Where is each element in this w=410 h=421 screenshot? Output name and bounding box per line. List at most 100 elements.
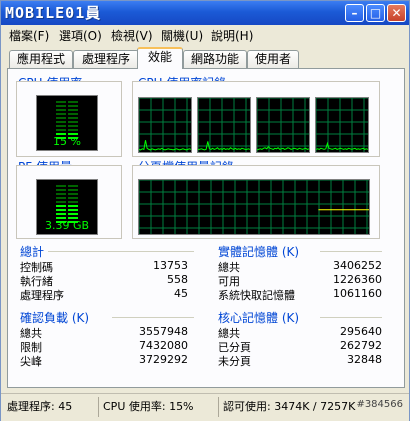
meter-bar-row (56, 109, 78, 111)
task-manager-window: MOBILE01員 – □ ✕ 檔案(F) 選項(O) 檢視(V) 關機(U) … (0, 0, 410, 421)
meter-segment (68, 213, 78, 215)
meter-segment (68, 129, 78, 131)
menu-help[interactable]: 說明(H) (211, 27, 253, 44)
menu-shutdown[interactable]: 關機(U) (161, 27, 203, 44)
meter-bar-row (56, 213, 78, 215)
title-bar[interactable]: MOBILE01員 – □ ✕ (1, 1, 409, 25)
meter-segment (68, 197, 78, 199)
totals-handles-value: 13753 (153, 259, 188, 272)
meter-segment (56, 205, 66, 207)
minimize-icon: – (351, 6, 358, 20)
watermark-text: #384566 (356, 399, 403, 410)
status-processes: 處理程序: 45 (3, 397, 99, 417)
mobile01-logo: MOBILE01員 (5, 3, 101, 23)
meter-bar-row (56, 193, 78, 195)
meter-segment (68, 185, 78, 187)
meter-segment (68, 201, 78, 203)
meter-segment (56, 117, 66, 119)
meter-segment (56, 105, 66, 107)
maximize-button[interactable]: □ (366, 4, 385, 22)
cpu-usage-bars (56, 101, 78, 139)
meter-segment (68, 209, 78, 211)
pf-history-graph (138, 179, 370, 235)
history-chart (257, 98, 309, 152)
commit-limit-value: 7432080 (139, 339, 188, 352)
cpu-history-graph-3 (256, 97, 310, 153)
physical-cache-label: 系統快取記憶體 (218, 289, 295, 302)
meter-segment (56, 129, 66, 131)
maximize-icon: □ (369, 6, 382, 20)
meter-bar-row (56, 105, 78, 107)
pf-usage-bars (56, 185, 78, 223)
meter-segment (56, 193, 66, 195)
menu-file[interactable]: 檔案(F) (9, 27, 49, 44)
meter-bar-row (56, 209, 78, 211)
meter-segment (56, 213, 66, 215)
meter-bar-row (56, 185, 78, 187)
meter-bar-row (56, 117, 78, 119)
close-icon: ✕ (391, 6, 402, 20)
meter-segment (68, 113, 78, 115)
menu-bar: 檔案(F) 選項(O) 檢視(V) 關機(U) 說明(H) (1, 25, 409, 44)
logo-text: MOBILE01 (5, 4, 86, 22)
tab-applications[interactable]: 應用程式 (9, 50, 73, 68)
meter-segment (68, 101, 78, 103)
cpu-history-graph-4 (315, 97, 369, 153)
meter-segment (56, 197, 66, 199)
kernel-paged-value: 262792 (340, 339, 382, 352)
totals-divider (48, 251, 194, 252)
commit-charge-title: 確認負載 (K) (20, 311, 90, 325)
meter-segment (56, 113, 66, 115)
kernel-nonpaged-label: 未分頁 (218, 355, 251, 368)
status-commit: 認可使用: 3474K / 7257K (223, 400, 356, 413)
meter-bar-row (56, 129, 78, 131)
tab-processes[interactable]: 處理程序 (73, 50, 139, 68)
kernel-memory-title: 核心記憶體 (K) (218, 311, 300, 325)
meter-segment (56, 189, 66, 191)
totals-processes-value: 45 (174, 287, 188, 300)
meter-bar-row (56, 101, 78, 103)
close-button[interactable]: ✕ (387, 4, 406, 22)
meter-segment (68, 205, 78, 207)
meter-segment (56, 101, 66, 103)
meter-segment (56, 209, 66, 211)
cpu-usage-line (139, 140, 191, 151)
meter-bar-row (56, 113, 78, 115)
tab-networking[interactable]: 網路功能 (183, 50, 247, 68)
totals-title: 總計 (20, 245, 45, 259)
meter-segment (56, 125, 66, 127)
kernel-total-value: 295640 (340, 325, 382, 338)
meter-bar-row (56, 205, 78, 207)
cpu-usage-value: 15 % (53, 135, 81, 148)
tab-performance[interactable]: 效能 (137, 47, 183, 69)
commit-peak-label: 尖峰 (20, 355, 42, 368)
meter-segment (68, 117, 78, 119)
minimize-button[interactable]: – (345, 4, 364, 22)
meter-segment (68, 121, 78, 123)
meter-segment (68, 125, 78, 127)
physical-total-value: 3406252 (333, 259, 382, 272)
cpu-history-graph-1 (138, 97, 192, 153)
kernel-nonpaged-value: 32848 (347, 353, 382, 366)
menu-options[interactable]: 選項(O) (59, 27, 102, 44)
logo-suffix: 員 (85, 4, 102, 22)
tab-users[interactable]: 使用者 (247, 50, 299, 68)
tab-control: 應用程式 處理程序 效能 網路功能 使用者 CPU 使用率 15 % CPU 使… (7, 46, 405, 390)
meter-segment (56, 121, 66, 123)
physical-available-value: 1226360 (333, 273, 382, 286)
pf-usage-meter: 3.39 GB (36, 179, 98, 235)
status-cpu-usage: CPU 使用率: 15% (99, 397, 219, 417)
performance-panel: CPU 使用率 15 % CPU 使用率記錄 PF 使用量 3.39 GB 分頁… (7, 68, 405, 388)
physical-memory-divider (320, 251, 382, 252)
commit-peak-value: 3729292 (139, 353, 188, 366)
meter-segment (56, 109, 66, 111)
commit-total-value: 3557948 (139, 325, 188, 338)
meter-segment (68, 189, 78, 191)
history-chart (198, 98, 250, 152)
cpu-usage-meter: 15 % (36, 95, 98, 151)
meter-bar-row (56, 125, 78, 127)
menu-view[interactable]: 檢視(V) (111, 27, 153, 44)
status-bar: 處理程序: 45 CPU 使用率: 15% 認可使用: 3474K / 7257… (1, 393, 409, 421)
history-chart (139, 180, 369, 234)
meter-bar-row (56, 189, 78, 191)
